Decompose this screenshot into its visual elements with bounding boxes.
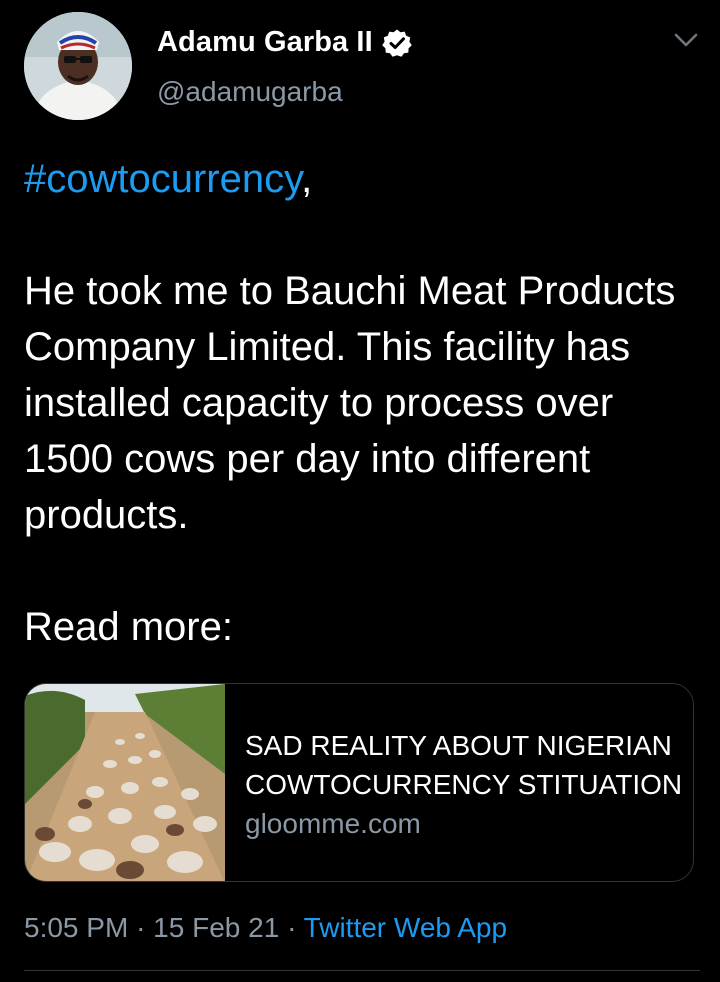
avatar[interactable] xyxy=(24,12,132,120)
hashtag-link[interactable]: #cowtocurrency xyxy=(24,157,301,201)
link-card[interactable]: SAD REALITY ABOUT NIGERIAN COWTOCURRENCY… xyxy=(24,683,694,882)
chevron-down-icon[interactable] xyxy=(672,30,700,50)
read-more-label: Read more: xyxy=(24,605,233,649)
author-handle[interactable]: @adamugarba xyxy=(157,76,343,108)
author-row[interactable]: Adamu Garba II xyxy=(157,26,412,59)
verified-badge-icon xyxy=(381,29,412,57)
tweet-source-link[interactable]: Twitter Web App xyxy=(304,912,507,943)
hashtag-suffix: , xyxy=(301,157,313,201)
cattle-herd-photo-icon xyxy=(25,684,225,881)
divider xyxy=(24,970,700,971)
link-card-title[interactable]: SAD REALITY ABOUT NIGERIAN COWTOCURRENCY… xyxy=(245,726,685,804)
tweet-meta: 5:05 PM · 15 Feb 21 · Twitter Web App xyxy=(24,912,507,944)
profile-photo-icon xyxy=(24,12,132,120)
tweet-text: #cowtocurrency, He took me to Bauchi Mea… xyxy=(24,151,700,655)
meta-separator: · xyxy=(136,912,146,943)
link-card-domain: gloomme.com xyxy=(245,808,421,839)
meta-separator: · xyxy=(287,912,297,943)
tweet-body: He took me to Bauchi Meat Products Compa… xyxy=(24,269,687,537)
tweet-date[interactable]: 15 Feb 21 xyxy=(153,912,279,943)
author-name[interactable]: Adamu Garba II xyxy=(157,26,373,59)
tweet-time[interactable]: 5:05 PM xyxy=(24,912,128,943)
